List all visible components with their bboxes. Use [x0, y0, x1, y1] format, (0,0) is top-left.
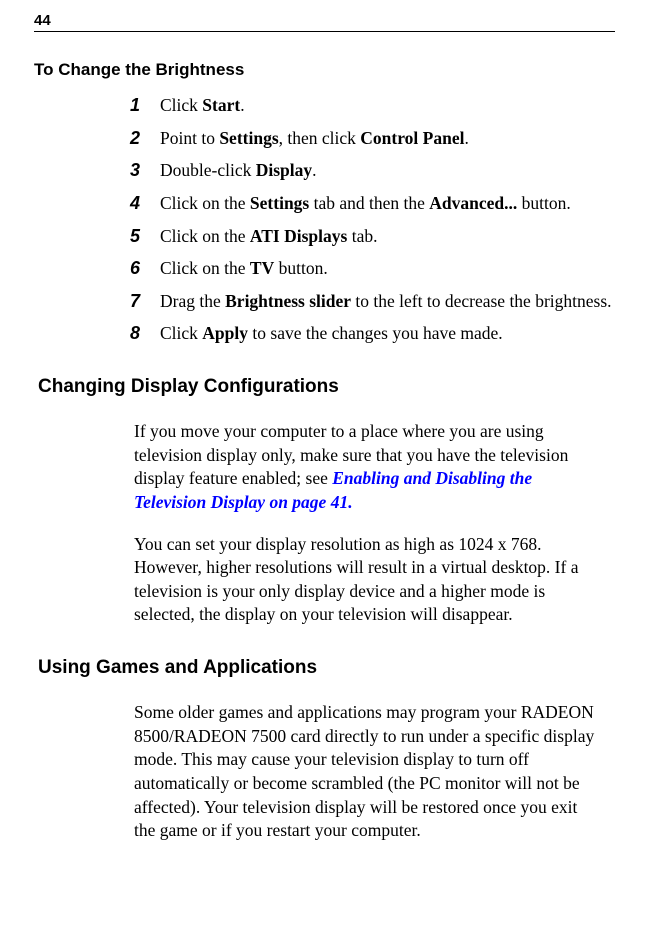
step-number: 4	[130, 192, 160, 215]
section-using-games: Using Games and Applications Some older …	[34, 657, 615, 843]
step-4: 4Click on the Settings tab and then the …	[130, 192, 615, 216]
step-6: 6Click on the TV button.	[130, 257, 615, 281]
heading-using-games: Using Games and Applications	[38, 657, 615, 679]
step-text: Click Apply to save the changes you have…	[160, 322, 503, 346]
step-number: 6	[130, 257, 160, 280]
step-2: 2Point to Settings, then click Control P…	[130, 127, 615, 151]
step-7: 7Drag the Brightness slider to the left …	[130, 290, 615, 314]
page-header: 44	[34, 12, 615, 32]
para-changing-display-1: If you move your computer to a place whe…	[134, 420, 595, 515]
step-3: 3Double-click Display.	[130, 159, 615, 183]
para-changing-display-2: You can set your display resolution as h…	[134, 533, 595, 628]
step-number: 5	[130, 225, 160, 248]
step-1: 1Click Start.	[130, 94, 615, 118]
step-8: 8Click Apply to save the changes you hav…	[130, 322, 615, 346]
steps-list: 1Click Start.2Point to Settings, then cl…	[130, 94, 615, 346]
step-text: Click on the ATI Displays tab.	[160, 225, 377, 249]
section-changing-display: Changing Display Configurations If you m…	[34, 376, 615, 627]
section-to-change-brightness: To Change the Brightness 1Click Start.2P…	[34, 60, 615, 346]
step-number: 8	[130, 322, 160, 345]
section-title-brightness: To Change the Brightness	[34, 60, 615, 80]
para-using-games-1: Some older games and applications may pr…	[134, 701, 595, 843]
step-text: Click on the Settings tab and then the A…	[160, 192, 571, 216]
step-text: Drag the Brightness slider to the left t…	[160, 290, 612, 314]
step-text: Double-click Display.	[160, 159, 317, 183]
step-5: 5Click on the ATI Displays tab.	[130, 225, 615, 249]
step-text: Point to Settings, then click Control Pa…	[160, 127, 469, 151]
page-number: 44	[34, 12, 51, 29]
step-text: Click on the TV button.	[160, 257, 328, 281]
step-number: 2	[130, 127, 160, 150]
step-number: 7	[130, 290, 160, 313]
heading-changing-display: Changing Display Configurations	[38, 376, 615, 398]
step-text: Click Start.	[160, 94, 245, 118]
step-number: 3	[130, 159, 160, 182]
step-number: 1	[130, 94, 160, 117]
